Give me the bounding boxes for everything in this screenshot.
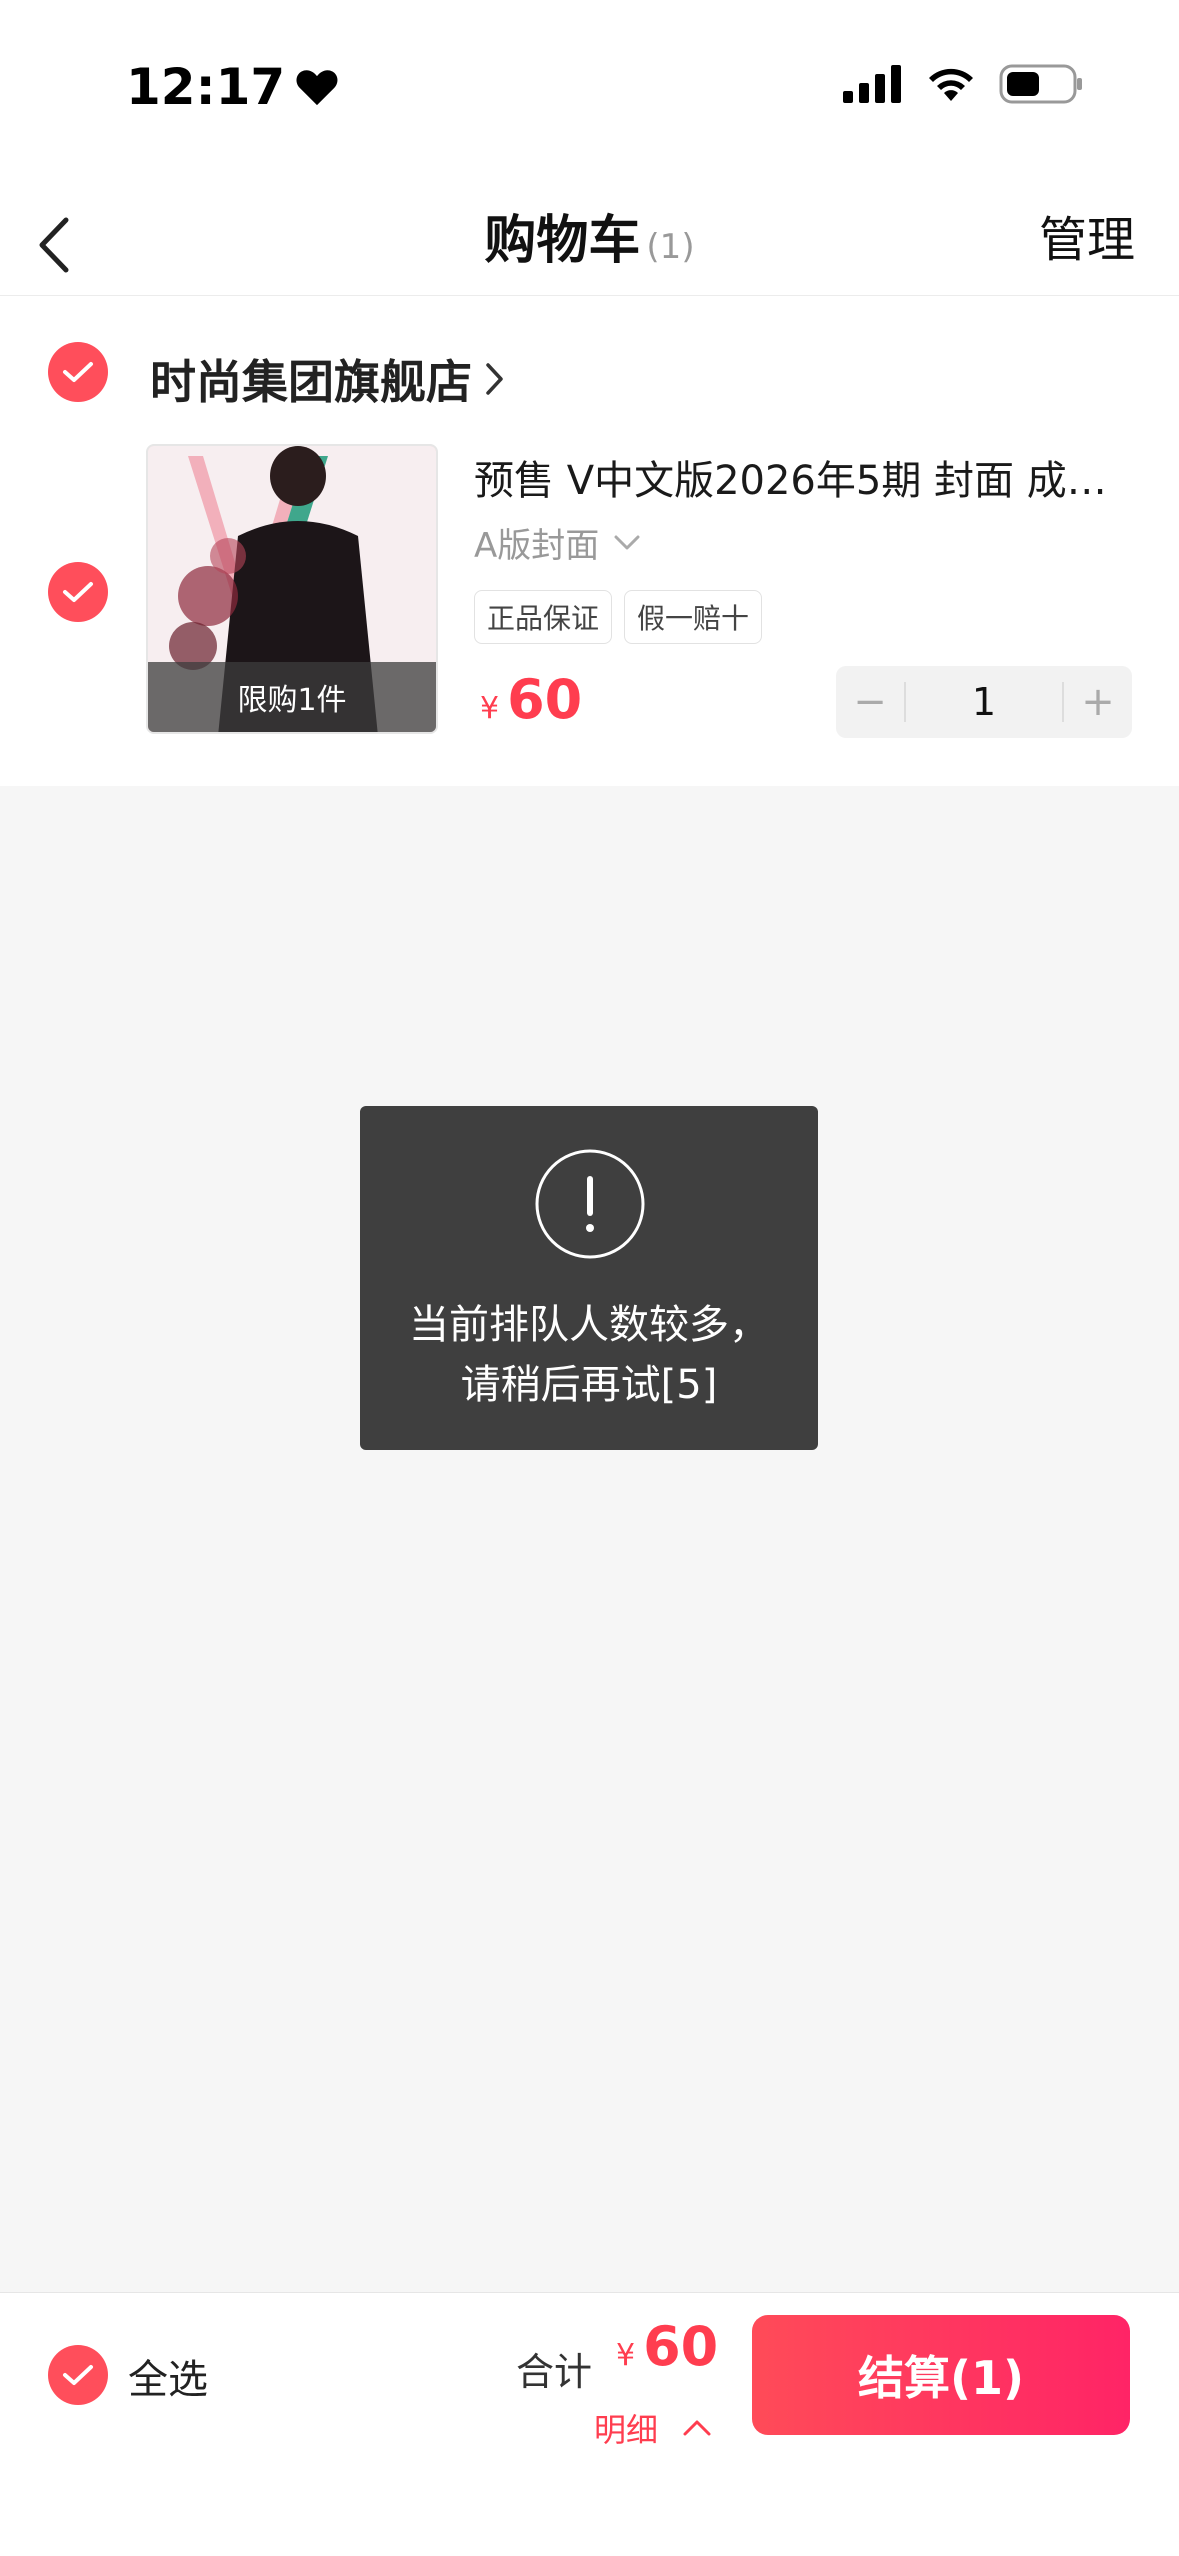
page-title-text: 购物车 [484, 211, 641, 271]
decrease-button[interactable]: − [836, 666, 904, 738]
check-icon [63, 362, 93, 382]
signal-icon [843, 65, 901, 103]
price-value: 60 [507, 668, 583, 731]
total-symbol: ¥ [616, 2338, 636, 2373]
variant-selector[interactable]: A版封面 [474, 518, 641, 567]
toast-text-line2: 请稍后再试[5] [460, 1362, 718, 1408]
total-label: 合计 [516, 2350, 593, 2394]
toast-message: 当前排队人数较多， 请稍后再试[5] [360, 1106, 818, 1450]
total-price: ¥ 60 [616, 2315, 718, 2378]
checkout-button[interactable]: 结算(1) [752, 2315, 1130, 2435]
item-price: ¥ 60 [480, 668, 582, 731]
product-tags: 正品保证 假一赔十 [474, 590, 763, 644]
cart-count: (1) [646, 227, 695, 267]
select-all-label[interactable]: 全选 [128, 2347, 208, 2405]
battery-icon [999, 64, 1082, 104]
purchase-limit-label: 限购1件 [148, 662, 436, 732]
product-title[interactable]: 预售 V中文版2026年5期 封面 成… [474, 448, 1134, 506]
quantity-stepper: − 1 + [836, 666, 1132, 738]
check-icon [63, 582, 93, 602]
quantity-value[interactable]: 1 [906, 680, 1062, 724]
detail-label: 明细 [594, 2411, 659, 2449]
status-time-container: 12:17 [126, 58, 339, 116]
total-value: 60 [643, 2315, 719, 2378]
wifi-icon [929, 68, 973, 101]
status-time: 12:17 [126, 58, 286, 116]
check-icon [63, 2365, 93, 2385]
shop-name: 时尚集团旗舰店 [150, 355, 472, 409]
item-checkbox[interactable] [48, 562, 108, 622]
chevron-up-icon [683, 2420, 711, 2436]
checkout-bar: 全选 合计 ¥ 60 明细 结算(1) [0, 2292, 1179, 2556]
detail-toggle[interactable]: 明细 [594, 2405, 712, 2451]
status-icons [843, 64, 1083, 104]
manage-button[interactable]: 管理 [1039, 200, 1135, 270]
chevron-right-icon [486, 363, 503, 395]
variant-label: A版封面 [474, 526, 600, 566]
increase-button[interactable]: + [1064, 666, 1132, 738]
chevron-down-icon [614, 535, 640, 549]
page-title: 购物车 (1) [0, 198, 1179, 273]
heart-icon [296, 70, 338, 106]
exclamation-icon [535, 1149, 645, 1259]
toast-text-line1: 当前排队人数较多， [409, 1302, 769, 1348]
status-bar: 12:17 [0, 0, 1179, 170]
select-all-checkbox[interactable] [48, 2345, 108, 2405]
nav-bar: 购物车 (1) 管理 [0, 170, 1179, 296]
shop-checkbox[interactable] [48, 342, 108, 402]
shop-name-link[interactable]: 时尚集团旗舰店 [150, 346, 506, 412]
product-image[interactable]: 限购1件 [146, 444, 438, 734]
price-symbol: ¥ [480, 691, 500, 726]
tag-authentic: 正品保证 [474, 590, 613, 644]
shop-card: 时尚集团旗舰店 限购1件 预售 V中文版2026年5期 封面 成… A版封面 正… [0, 296, 1179, 786]
tag-compensation: 假一赔十 [624, 590, 763, 644]
